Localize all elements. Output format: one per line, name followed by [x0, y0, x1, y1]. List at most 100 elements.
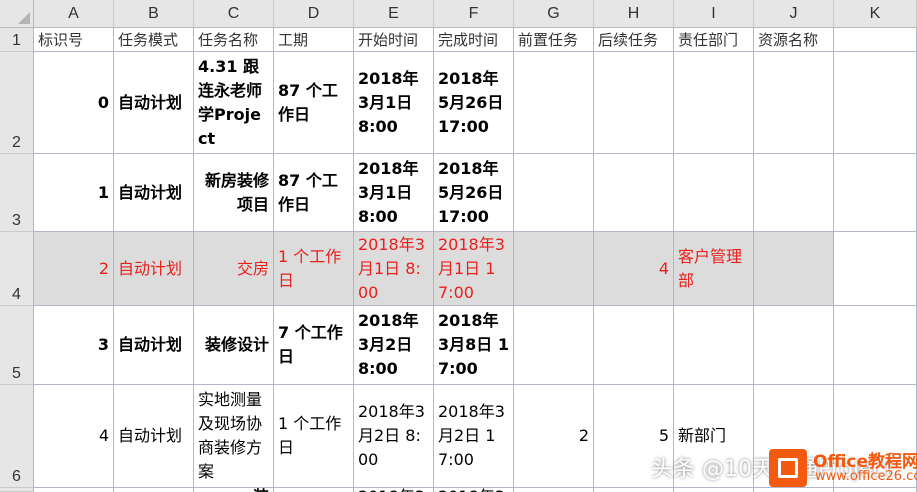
cell-text: 2018年5月26日 17:00 — [438, 68, 504, 136]
column-header-D[interactable]: D — [274, 0, 354, 28]
table-cell[interactable]: 2018年3月1日 17:00 — [434, 232, 514, 306]
table-cell[interactable] — [594, 154, 674, 232]
header-cell-text: 开始时间 — [358, 30, 419, 49]
table-cell[interactable] — [754, 306, 834, 385]
header-cell-text: 责任部门 — [678, 30, 739, 49]
header-cell-B[interactable]: 任务模式 — [114, 28, 194, 52]
column-header-I[interactable]: I — [674, 0, 754, 28]
cell-text: 1 — [97, 182, 109, 202]
partial-cell[interactable] — [274, 488, 354, 492]
cell-text: 2018年3月1日 8:00 — [358, 68, 419, 136]
table-cell[interactable]: 交房 — [194, 232, 274, 306]
table-cell[interactable]: 1 — [34, 154, 114, 232]
header-cell-C[interactable]: 任务名称 — [194, 28, 274, 52]
table-cell[interactable]: 1 个工作日 — [274, 385, 354, 488]
table-cell[interactable] — [594, 306, 674, 385]
table-cell[interactable]: 2 — [514, 385, 594, 488]
row-header-2[interactable]: 2 — [0, 52, 34, 154]
table-cell[interactable]: 自动计划 — [114, 232, 194, 306]
table-cell[interactable]: 7 个工作日 — [274, 306, 354, 385]
column-header-H[interactable]: H — [594, 0, 674, 28]
row-header-partial[interactable] — [0, 488, 34, 492]
header-cell-A[interactable]: 标识号 — [34, 28, 114, 52]
table-cell[interactable] — [754, 232, 834, 306]
empty-cell[interactable] — [834, 232, 917, 306]
column-header-B[interactable]: B — [114, 0, 194, 28]
header-cell-H[interactable]: 后续任务 — [594, 28, 674, 52]
column-header-A[interactable]: A — [34, 0, 114, 28]
header-cell-F[interactable]: 完成时间 — [434, 28, 514, 52]
table-cell[interactable]: 自动计划 — [114, 306, 194, 385]
table-cell[interactable]: 2018年3月2日 17:00 — [434, 385, 514, 488]
table-cell[interactable]: 0 — [34, 52, 114, 154]
table-cell[interactable] — [674, 306, 754, 385]
table-cell[interactable]: 1 个工作日 — [274, 232, 354, 306]
table-cell[interactable]: 4.31 跟连永老师学Project — [194, 52, 274, 154]
header-cell-D[interactable]: 工期 — [274, 28, 354, 52]
table-cell[interactable] — [754, 154, 834, 232]
header-cell-E[interactable]: 开始时间 — [354, 28, 434, 52]
table-cell[interactable]: 装修设计 — [194, 306, 274, 385]
table-cell[interactable]: 2018年5月26日 17:00 — [434, 52, 514, 154]
partial-cell[interactable]: 2018年3 — [354, 488, 434, 492]
table-cell[interactable]: 2018年3月8日 17:00 — [434, 306, 514, 385]
cell-text: 87 个工作日 — [278, 170, 338, 214]
table-cell[interactable] — [674, 154, 754, 232]
table-cell[interactable]: 实地测量及现场协商装修方案 — [194, 385, 274, 488]
column-header-G[interactable]: G — [514, 0, 594, 28]
row-header-5[interactable]: 5 — [0, 306, 34, 385]
cell-text: 2018年3月2日 8:00 — [358, 402, 425, 469]
partial-cell[interactable]: 装 — [194, 488, 274, 492]
empty-cell[interactable] — [834, 306, 917, 385]
table-cell[interactable]: 2018年3月1日 8:00 — [354, 232, 434, 306]
empty-cell[interactable] — [834, 154, 917, 232]
table-cell[interactable] — [514, 232, 594, 306]
table-cell[interactable]: 4 — [594, 232, 674, 306]
partial-cell[interactable]: 2018年3 — [434, 488, 514, 492]
table-cell[interactable] — [514, 154, 594, 232]
cell-text: 4 — [98, 426, 109, 445]
row-header-3[interactable]: 3 — [0, 154, 34, 232]
cell-text: 2018年3月1日 17:00 — [438, 234, 505, 302]
empty-cell[interactable] — [834, 52, 917, 154]
select-all-corner[interactable] — [0, 0, 34, 28]
table-cell[interactable]: 新房装修项目 — [194, 154, 274, 232]
table-cell[interactable]: 2018年3月1日 8:00 — [354, 154, 434, 232]
cell-text: 自动计划 — [118, 258, 183, 278]
table-cell[interactable]: 自动计划 — [114, 52, 194, 154]
column-header-J[interactable]: J — [754, 0, 834, 28]
table-cell[interactable]: 87 个工作日 — [274, 52, 354, 154]
header-cell-K[interactable] — [834, 28, 917, 52]
column-header-F[interactable]: F — [434, 0, 514, 28]
table-cell[interactable]: 自动计划 — [114, 385, 194, 488]
partial-cell[interactable] — [114, 488, 194, 492]
table-cell[interactable]: 自动计划 — [114, 154, 194, 232]
cell-text: 2 — [98, 258, 109, 278]
column-header-C[interactable]: C — [194, 0, 274, 28]
table-cell[interactable]: 2 — [34, 232, 114, 306]
table-cell[interactable]: 2018年3月2日 8:00 — [354, 385, 434, 488]
office-logo-icon — [769, 449, 807, 487]
row-header-4[interactable]: 4 — [0, 232, 34, 306]
table-cell[interactable]: 客户管理部 — [674, 232, 754, 306]
table-cell[interactable] — [514, 52, 594, 154]
row-header-6[interactable]: 6 — [0, 385, 34, 488]
table-cell[interactable] — [514, 306, 594, 385]
partial-cell[interactable] — [34, 488, 114, 492]
header-cell-G[interactable]: 前置任务 — [514, 28, 594, 52]
table-cell[interactable]: 2018年5月26日 17:00 — [434, 154, 514, 232]
column-header-K[interactable]: K — [834, 0, 917, 28]
column-header-E[interactable]: E — [354, 0, 434, 28]
table-cell[interactable] — [594, 52, 674, 154]
row-header-1[interactable]: 1 — [0, 28, 34, 52]
partial-cell[interactable] — [514, 488, 594, 492]
header-cell-J[interactable]: 资源名称 — [754, 28, 834, 52]
table-cell[interactable]: 87 个工作日 — [274, 154, 354, 232]
table-cell[interactable]: 2018年3月2日 8:00 — [354, 306, 434, 385]
table-cell[interactable] — [754, 52, 834, 154]
header-cell-I[interactable]: 责任部门 — [674, 28, 754, 52]
table-cell[interactable]: 4 — [34, 385, 114, 488]
table-cell[interactable] — [674, 52, 754, 154]
table-cell[interactable]: 2018年3月1日 8:00 — [354, 52, 434, 154]
table-cell[interactable]: 3 — [34, 306, 114, 385]
